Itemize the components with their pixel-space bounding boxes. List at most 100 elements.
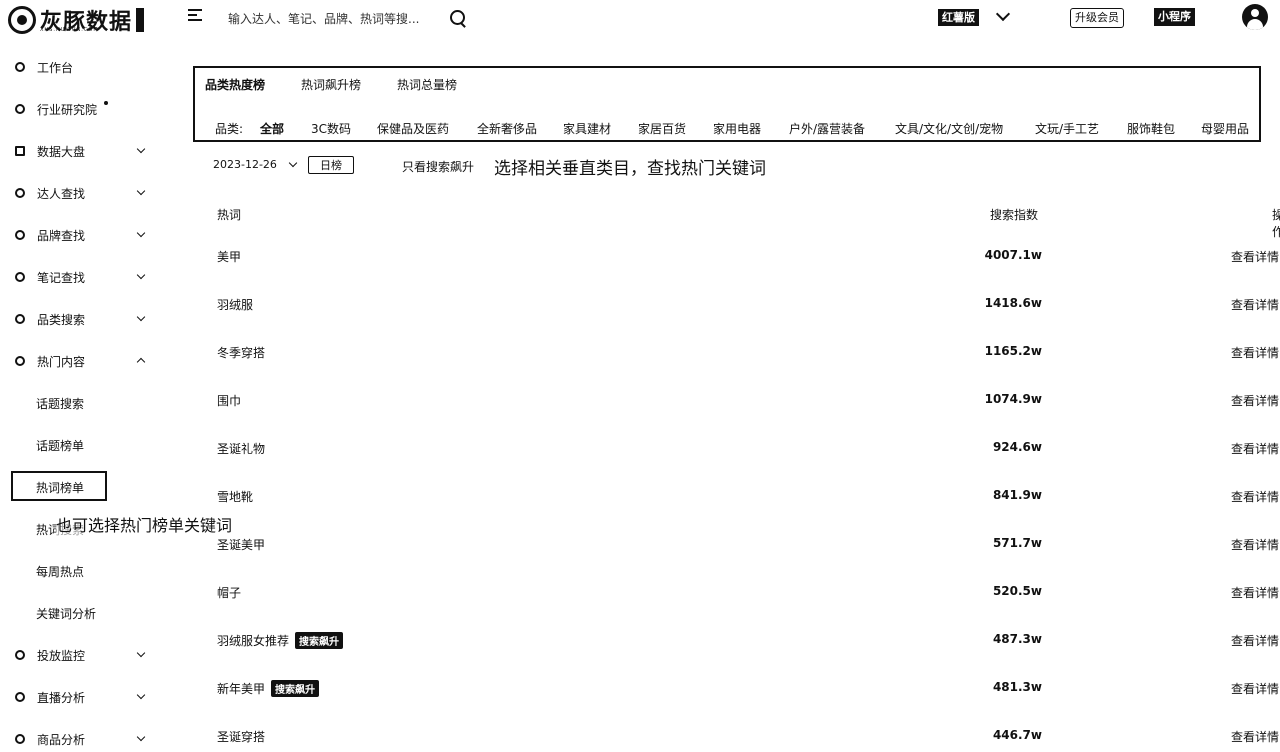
table-row[interactable]: 雪地靴 841.9w 查看详情 xyxy=(193,484,1280,508)
rising-only-toggle[interactable]: 只看搜索飙升 xyxy=(402,158,474,175)
category-item[interactable]: 服饰鞋包 xyxy=(1127,120,1175,137)
chevron-down-icon[interactable] xyxy=(995,6,1011,22)
sidebar-item-goods[interactable]: 商品分析 xyxy=(0,726,170,752)
sidebar-sub-hotword-rank[interactable]: 热词榜单 xyxy=(0,471,170,501)
hotword-cell[interactable]: 圣诞穿搭 xyxy=(217,728,265,745)
home-icon xyxy=(15,62,25,72)
view-details-link[interactable]: 查看详情 xyxy=(1231,344,1279,361)
column-header-index[interactable]: 搜索指数 xyxy=(990,206,1038,223)
chevron-down-icon xyxy=(136,690,146,700)
category-item[interactable]: 家具建材 xyxy=(563,120,611,137)
hotword-text: 圣诞礼物 xyxy=(217,442,266,456)
view-details-link[interactable]: 查看详情 xyxy=(1231,536,1279,553)
sidebar-item-research[interactable]: 行业研究院 xyxy=(0,96,170,122)
hotword-cell[interactable]: 新年美甲 搜索飙升 xyxy=(217,680,320,697)
chevron-down-icon[interactable] xyxy=(288,158,298,168)
table-row[interactable]: 圣诞礼物 924.6w 查看详情 xyxy=(193,436,1280,460)
hotword-cell[interactable]: 羽绒服 xyxy=(217,296,253,313)
sidebar-sub-label: 热词榜单 xyxy=(36,480,85,495)
hotword-cell[interactable]: 冬季穿搭 xyxy=(217,344,265,361)
sidebar-item-monitor[interactable]: 投放监控 xyxy=(0,642,170,668)
column-header-word: 热词 xyxy=(217,208,242,222)
view-details-link[interactable]: 查看详情 xyxy=(1231,296,1279,313)
category-item[interactable]: 文玩/手工艺 xyxy=(1035,120,1099,137)
search-index-cell: 571.7w xyxy=(992,536,1042,550)
tab-category-hot[interactable]: 品类热度榜 xyxy=(205,76,265,93)
category-icon xyxy=(15,314,25,324)
view-details-link[interactable]: 查看详情 xyxy=(1231,440,1279,457)
sidebar-item-brand[interactable]: 品牌查找 xyxy=(0,222,170,248)
period-button[interactable]: 日榜 xyxy=(308,156,354,174)
logo-icon xyxy=(8,6,36,34)
search-index-cell: 1165.2w xyxy=(984,344,1042,358)
sidebar-item-hot-content[interactable]: 热门内容 xyxy=(0,348,170,374)
table-row[interactable]: 羽绒服女推荐 搜索飙升 487.3w 查看详情 xyxy=(193,628,1280,652)
sidebar-sub-topic-rank[interactable]: 话题榜单 xyxy=(0,433,170,457)
category-item[interactable]: 母婴用品 xyxy=(1201,120,1249,137)
table-row[interactable]: 圣诞美甲 571.7w 查看详情 xyxy=(193,532,1280,556)
category-item[interactable]: 文具/文化/文创/宠物 xyxy=(895,120,1003,137)
avatar[interactable] xyxy=(1242,4,1268,30)
logo-subtext: XHS.HUITUN.COM xyxy=(40,27,99,33)
sidebar-item-dashboard[interactable]: 数据大盘 xyxy=(0,138,170,164)
column-header-action: 操作 xyxy=(1272,208,1280,239)
hotword-cell[interactable]: 圣诞礼物 xyxy=(217,440,265,457)
table-row[interactable]: 冬季穿搭 1165.2w 查看详情 xyxy=(193,340,1280,364)
sidebar-item-influencer[interactable]: 达人查找 xyxy=(0,180,170,206)
search-input[interactable] xyxy=(226,8,450,30)
upgrade-member-button[interactable]: 升级会员 xyxy=(1070,8,1124,28)
chevron-down-icon xyxy=(136,732,146,742)
tab-hotword-total[interactable]: 热词总量榜 xyxy=(397,76,457,93)
hotword-text: 羽绒服 xyxy=(217,298,254,312)
category-item[interactable]: 户外/露营装备 xyxy=(789,120,865,137)
hotword-cell[interactable]: 美甲 xyxy=(217,248,241,265)
view-details-link[interactable]: 查看详情 xyxy=(1231,488,1279,505)
category-item[interactable]: 全部 xyxy=(260,120,284,137)
sidebar-sub-weekly-hot[interactable]: 每周热点 xyxy=(0,559,170,583)
category-label: 品类: xyxy=(215,122,244,136)
search-index-cell: 487.3w xyxy=(992,632,1042,646)
view-details-link[interactable]: 查看详情 xyxy=(1231,680,1279,697)
sidebar-item-notes[interactable]: 笔记查找 xyxy=(0,264,170,290)
table-row[interactable]: 帽子 520.5w 查看详情 xyxy=(193,580,1280,604)
sidebar-item-live[interactable]: 直播分析 xyxy=(0,684,170,710)
category-item[interactable]: 3C数码 xyxy=(311,120,351,137)
sidebar-item-workbench[interactable]: 工作台 xyxy=(0,54,170,80)
date-picker[interactable]: 2023-12-26 xyxy=(213,158,277,171)
table-row[interactable]: 新年美甲 搜索飙升 481.3w 查看详情 xyxy=(193,676,1280,700)
search-icon[interactable] xyxy=(450,10,465,25)
table-row[interactable]: 美甲 4007.1w 查看详情 xyxy=(193,244,1280,268)
view-details-link[interactable]: 查看详情 xyxy=(1231,632,1279,649)
user-search-icon xyxy=(15,188,25,198)
hotword-text: 圣诞穿搭 xyxy=(217,730,266,744)
table-row[interactable]: 羽绒服 1418.6w 查看详情 xyxy=(193,292,1280,316)
table-row[interactable]: 围巾 1074.9w 查看详情 xyxy=(193,388,1280,412)
category-item[interactable]: 全新奢侈品 xyxy=(477,120,537,137)
miniapp-button[interactable]: 小程序 xyxy=(1154,8,1195,26)
sidebar-sub-keyword-analysis[interactable]: 关键词分析 xyxy=(0,601,170,625)
rising-badge: 搜索飙升 xyxy=(271,680,320,697)
view-details-link[interactable]: 查看详情 xyxy=(1231,584,1279,601)
goods-icon xyxy=(15,734,25,744)
view-details-link[interactable]: 查看详情 xyxy=(1231,248,1279,265)
hotword-cell[interactable]: 雪地靴 xyxy=(217,488,253,505)
hotword-cell[interactable]: 圣诞美甲 xyxy=(217,536,265,553)
view-details-link[interactable]: 查看详情 xyxy=(1231,728,1279,745)
table-row[interactable]: 圣诞穿搭 446.7w 查看详情 xyxy=(193,724,1280,748)
category-item[interactable]: 家用电器 xyxy=(713,120,761,137)
view-details-link[interactable]: 查看详情 xyxy=(1231,392,1279,409)
hotword-text: 帽子 xyxy=(217,586,242,600)
hotword-cell[interactable]: 帽子 xyxy=(217,584,241,601)
sidebar-item-label: 行业研究院 xyxy=(37,102,98,117)
version-selector[interactable]: 红薯版 xyxy=(938,9,979,26)
category-item[interactable]: 保健品及医药 xyxy=(377,120,449,137)
sidebar-sub-topic-search[interactable]: 话题搜索 xyxy=(0,391,170,415)
hotword-cell[interactable]: 羽绒服女推荐 搜索飙升 xyxy=(217,632,344,649)
menu-toggle-icon[interactable] xyxy=(188,9,202,23)
sidebar-item-category[interactable]: 品类搜索 xyxy=(0,306,170,332)
hotword-cell[interactable]: 围巾 xyxy=(217,392,241,409)
category-item[interactable]: 家居百货 xyxy=(638,120,686,137)
notification-dot xyxy=(104,101,108,105)
hot-icon xyxy=(15,356,25,366)
tab-hotword-rising[interactable]: 热词飙升榜 xyxy=(301,76,361,93)
